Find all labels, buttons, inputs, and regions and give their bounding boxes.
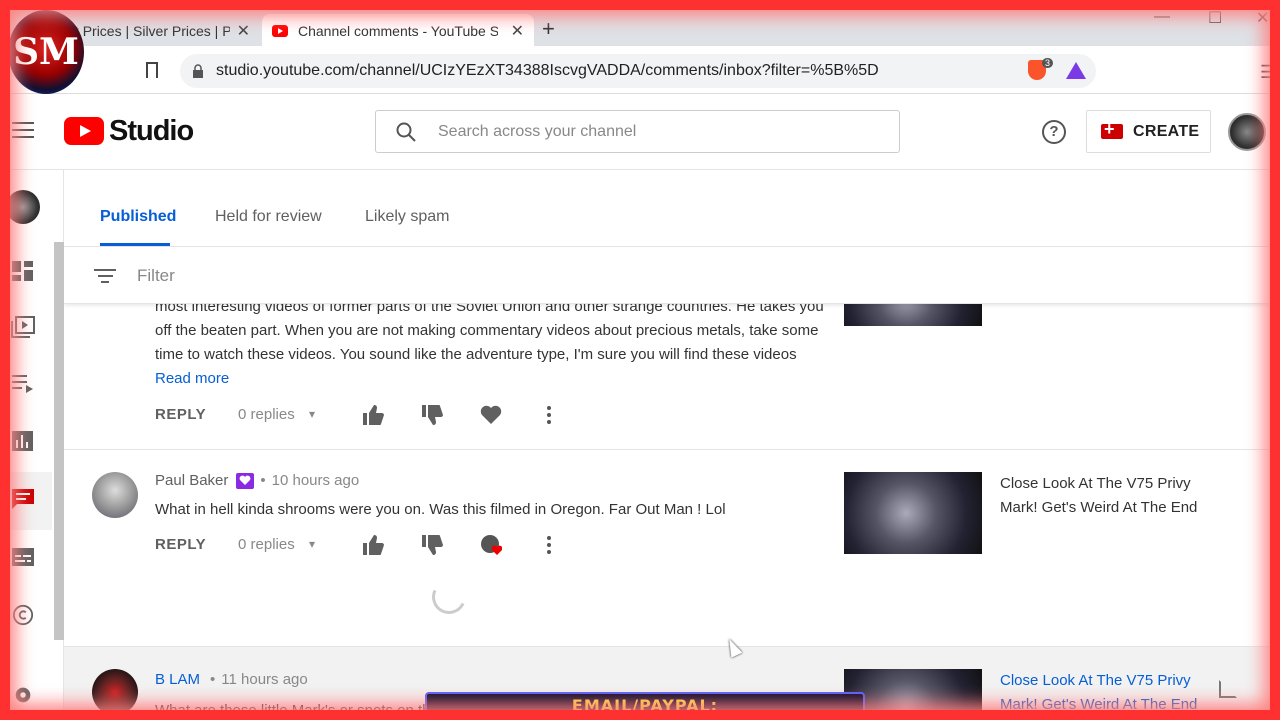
video-thumbnail[interactable] [844,472,982,554]
thumbs-up-icon[interactable] [362,404,384,426]
comment-text: most interesting videos of former parts … [155,298,824,363]
comment-time-separator: • [260,472,266,489]
youtube-favicon-icon [272,25,288,37]
channel-watermark-logo: SM [8,10,84,94]
new-tab-icon[interactable]: + [542,16,555,42]
comment-text: What are those little Mark's or spots on… [155,702,431,719]
analytics-icon[interactable] [11,430,35,452]
tab-strip: Spot Prices | Silver Prices | Pla ✕ Chan… [0,0,1280,48]
member-badge-icon [236,472,255,489]
read-more-link[interactable]: Read more [155,370,229,387]
creator-heart-icon[interactable] [480,534,502,556]
tab-published[interactable]: Published [100,208,176,226]
author-name[interactable]: B LAM [155,671,200,688]
close-icon[interactable]: ✕ [237,21,250,41]
comments-main: Published Held for review Likely spam Fi… [64,170,1280,720]
contact-banner: EMAIL/PAYPAL: SALIVATEMETAL@GMAIL.COM [425,692,865,720]
brave-rewards-icon[interactable] [1066,62,1086,79]
commenter-avatar[interactable] [92,472,138,518]
maximize-icon[interactable]: ☐ [1208,8,1222,28]
chevron-down-icon[interactable]: ▾ [309,537,315,551]
reply-button[interactable]: REPLY [155,536,206,553]
video-title[interactable]: Close Look At The V75 Privy Mark! Get's … [1000,472,1200,520]
open-external-icon[interactable] [1219,680,1237,698]
bookmark-icon[interactable] [146,62,158,78]
comment-time-separator: • [210,671,216,688]
search-icon [396,122,416,142]
video-camera-icon [1101,119,1123,140]
comment-actions: REPLY 0 replies ▾ [155,404,575,428]
thumbs-up-icon[interactable] [362,534,384,556]
comment-meta: B LAM • 11 hours ago [155,671,308,688]
settings-gear-icon[interactable] [11,684,35,706]
browser-menu-icon[interactable]: ☰ [1260,62,1276,83]
browser-window: Spot Prices | Silver Prices | Pla ✕ Chan… [0,0,1280,720]
copyright-icon[interactable] [11,604,35,626]
tab-label: Channel comments - YouTube Stu [298,23,498,39]
comment-item: Paul Baker • 10 hours ago What in hell k… [64,450,1280,647]
subtitles-icon[interactable] [11,546,35,568]
heart-icon[interactable] [480,404,502,426]
channel-avatar[interactable] [6,190,40,224]
video-title[interactable]: Close Look At The V75 Privy Mark! Get's … [1000,669,1200,717]
address-bar[interactable]: studio.youtube.com/channel/UCIzYEzXT3438… [180,54,1096,88]
dashboard-icon[interactable] [11,260,35,282]
commenter-avatar[interactable] [92,669,138,715]
replies-count[interactable]: 0 replies [238,406,295,423]
chevron-down-icon[interactable]: ▾ [309,407,315,421]
watermark-text: SM [13,31,79,73]
filter-label[interactable]: Filter [137,266,175,286]
create-label: CREATE [1133,122,1200,140]
filter-icon[interactable] [94,269,116,287]
playlists-icon[interactable] [11,372,35,394]
comment-time: 11 hours ago [221,671,308,688]
left-nav [0,170,64,720]
comments-icon[interactable] [11,488,35,510]
lock-icon [193,64,203,78]
hamburger-menu-icon[interactable] [12,122,34,138]
minimize-icon[interactable]: — [1154,8,1170,26]
nav-scrollbar[interactable] [54,242,64,640]
thumbs-down-icon[interactable] [421,404,443,426]
reply-button[interactable]: REPLY [155,406,206,423]
account-avatar[interactable] [1228,113,1266,151]
brave-shield-count: 3 [1042,58,1054,68]
youtube-logo-icon[interactable] [64,117,104,145]
studio-logo-text[interactable]: Studio [109,115,194,148]
comment-tabs: Published Held for review Likely spam [64,170,1280,247]
studio-header: Studio ? CREATE [0,94,1280,170]
comment-time: 10 hours ago [271,472,360,489]
tab-channel-comments[interactable]: Channel comments - YouTube Stu ✕ [262,14,534,48]
comment-text: What in hell kinda shrooms were you on. … [155,501,726,518]
window-close-icon[interactable]: ✕ [1256,8,1269,28]
comment-meta: Paul Baker • 10 hours ago [155,472,359,489]
close-icon[interactable]: ✕ [511,21,524,41]
active-tab-indicator [100,243,170,246]
help-icon[interactable]: ? [1042,120,1066,144]
tab-held-for-review[interactable]: Held for review [215,208,322,226]
author-name[interactable]: Paul Baker [155,472,228,489]
create-button[interactable]: CREATE [1086,110,1211,153]
replies-count[interactable]: 0 replies [238,536,295,553]
more-options-icon[interactable] [547,406,551,424]
content-icon[interactable] [11,316,35,338]
browser-toolbar: studio.youtube.com/channel/UCIzYEzXT3438… [0,46,1280,94]
search-input[interactable] [438,122,858,141]
thumbs-down-icon[interactable] [421,534,443,556]
search-box[interactable] [375,110,900,153]
url-text: studio.youtube.com/channel/UCIzYEzXT3438… [216,62,879,79]
tab-likely-spam[interactable]: Likely spam [365,208,449,226]
more-options-icon[interactable] [547,536,551,554]
filter-bar[interactable]: Filter [64,247,1280,304]
comment-actions: REPLY 0 replies ▾ [155,534,575,558]
